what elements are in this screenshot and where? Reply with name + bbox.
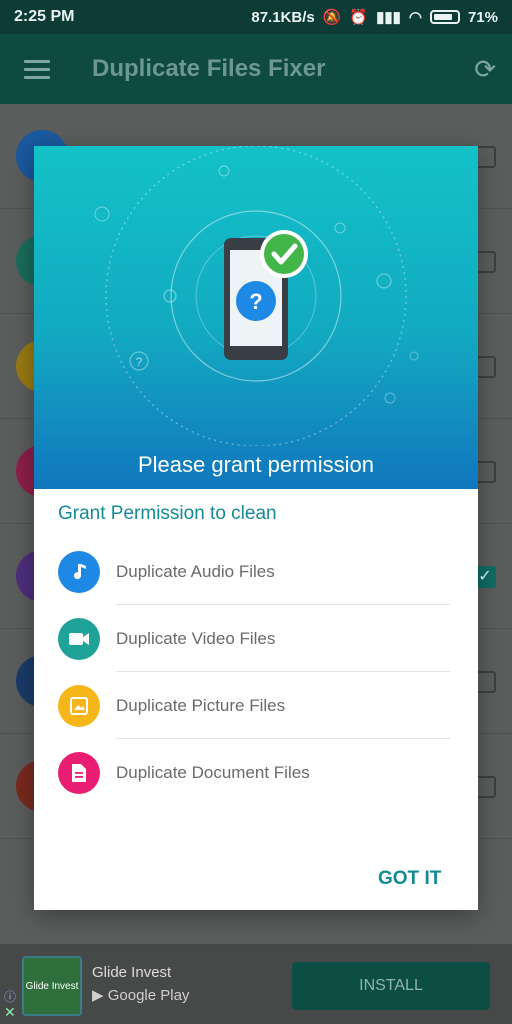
ad-info-icon[interactable]: ⓘ [4, 988, 16, 1005]
permission-item-audio: Duplicate Audio Files [58, 538, 450, 605]
refresh-icon[interactable]: ⟳ [474, 54, 496, 85]
document-icon [58, 751, 100, 794]
menu-icon[interactable] [24, 59, 50, 79]
wifi-icon: ◠ [408, 9, 422, 26]
status-bar: 2:25 PM 87.1KB/s 🔕 ⏰ ▮▮▮ ◠ 71% [0, 0, 512, 34]
app-bar: Duplicate Files Fixer ⟳ [0, 34, 512, 104]
ad-logo: Glide Invest [22, 956, 82, 1016]
permission-label: Duplicate Document Files [116, 762, 310, 782]
permission-item-picture: Duplicate Picture Files [58, 672, 450, 739]
ad-title: Glide Invest [92, 964, 172, 981]
permission-item-video: Duplicate Video Files [58, 605, 450, 672]
music-note-icon [58, 550, 100, 593]
battery-level: 71% [467, 8, 498, 26]
google-play-icon: ▶ [92, 987, 104, 1004]
ad-store-label: Google Play [107, 987, 190, 1004]
status-icons: 87.1KB/s 🔕 ⏰ ▮▮▮ ◠ 71% [251, 8, 498, 27]
permission-dialog: ? ? Please grant permission Grant Permis… [34, 146, 478, 910]
alarm-icon: ⏰ [349, 9, 369, 26]
battery-icon [429, 10, 460, 24]
install-button[interactable]: INSTALL [292, 962, 490, 1010]
network-speed: 87.1KB/s [251, 8, 315, 26]
image-icon [58, 684, 100, 727]
got-it-button[interactable]: GOT IT [378, 868, 441, 890]
ad-store: ▶ Google Play [92, 986, 189, 1004]
dialog-section-title: Grant Permission to clean [58, 503, 277, 524]
ad-banner[interactable]: Glide Invest Glide Invest ▶ Google Play … [0, 944, 512, 1024]
svg-text:?: ? [136, 355, 143, 369]
status-time: 2:25 PM [14, 8, 75, 25]
permission-label: Duplicate Picture Files [116, 695, 286, 715]
phone-permission-illustration: ? ? [94, 146, 419, 447]
permission-label: Duplicate Audio Files [116, 561, 275, 581]
permission-item-document: Duplicate Document Files [58, 739, 450, 806]
dialog-hero: ? ? Please grant permission [34, 146, 478, 489]
permission-label: Duplicate Video Files [116, 628, 276, 648]
mute-icon: 🔕 [322, 9, 342, 26]
video-camera-icon [58, 617, 100, 660]
app-title: Duplicate Files Fixer [92, 55, 326, 82]
dialog-hero-title: Please grant permission [137, 452, 374, 477]
signal-icon: ▮▮▮ [376, 9, 401, 26]
svg-text:?: ? [249, 289, 262, 314]
ad-close-icon[interactable]: ✕ [4, 1004, 16, 1021]
